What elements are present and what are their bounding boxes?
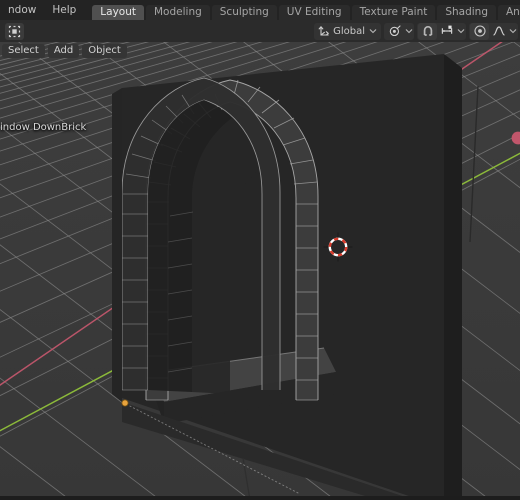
snap-group [417, 22, 466, 40]
transform-orientation-value: Global [333, 25, 365, 37]
workspace-tab-shading[interactable]: Shading [437, 5, 496, 20]
viewport-scene [0, 42, 520, 500]
workspace-tab-layout[interactable]: Layout [92, 5, 144, 20]
chevron-down-icon [456, 23, 465, 40]
3d-viewport[interactable]: Select Add Object indow DownBrick [0, 42, 520, 500]
smooth-falloff-icon[interactable] [489, 23, 508, 40]
workspace-tab-modeling[interactable]: Modeling [146, 5, 210, 20]
magnet-icon[interactable] [418, 22, 437, 40]
object-origin[interactable] [121, 399, 129, 407]
workspace-tab-uv-editing[interactable]: UV Editing [278, 5, 350, 20]
blender-window: ndow Help Layout Modeling Sculpting UV E… [0, 0, 520, 500]
chevron-down-icon [404, 23, 413, 40]
proportional-editing-icon[interactable] [470, 22, 489, 40]
wall-left-edge [112, 88, 122, 402]
viewport-menu-select[interactable]: Select [2, 43, 45, 58]
tool-settings-bar: Global [0, 20, 520, 42]
viewport-menu-object[interactable]: Object [82, 43, 127, 58]
workspace-tab-animation[interactable]: Animation [498, 5, 520, 20]
menu-window[interactable]: ndow [0, 0, 44, 20]
chevron-down-icon [508, 23, 517, 40]
menu-help[interactable]: Help [44, 0, 84, 20]
workspace-tab-texture-paint[interactable]: Texture Paint [351, 5, 436, 20]
active-object-name: indow DownBrick [0, 122, 87, 133]
chevron-down-icon [368, 23, 377, 40]
workspace-tab-sculpting[interactable]: Sculpting [211, 5, 277, 20]
tool-settings-left [0, 22, 24, 40]
viewport-menu-add[interactable]: Add [47, 43, 80, 58]
transform-orientation-dropdown[interactable]: Global [314, 22, 381, 41]
select-box-icon[interactable] [5, 22, 24, 40]
tool-settings-right: Global [314, 20, 518, 42]
orientation-axes-icon [317, 22, 330, 41]
proportional-editing-group [469, 22, 518, 40]
topbar: ndow Help Layout Modeling Sculpting UV E… [0, 0, 520, 20]
snap-increment-icon[interactable] [437, 23, 456, 40]
workspace-tabs: Layout Modeling Sculpting UV Editing Tex… [92, 0, 520, 20]
viewport-header: Select Add Object [0, 42, 130, 59]
pivot-median-point-icon [385, 23, 404, 40]
viewport-bottom-edge [0, 496, 520, 500]
pivot-point-dropdown[interactable] [384, 22, 414, 40]
